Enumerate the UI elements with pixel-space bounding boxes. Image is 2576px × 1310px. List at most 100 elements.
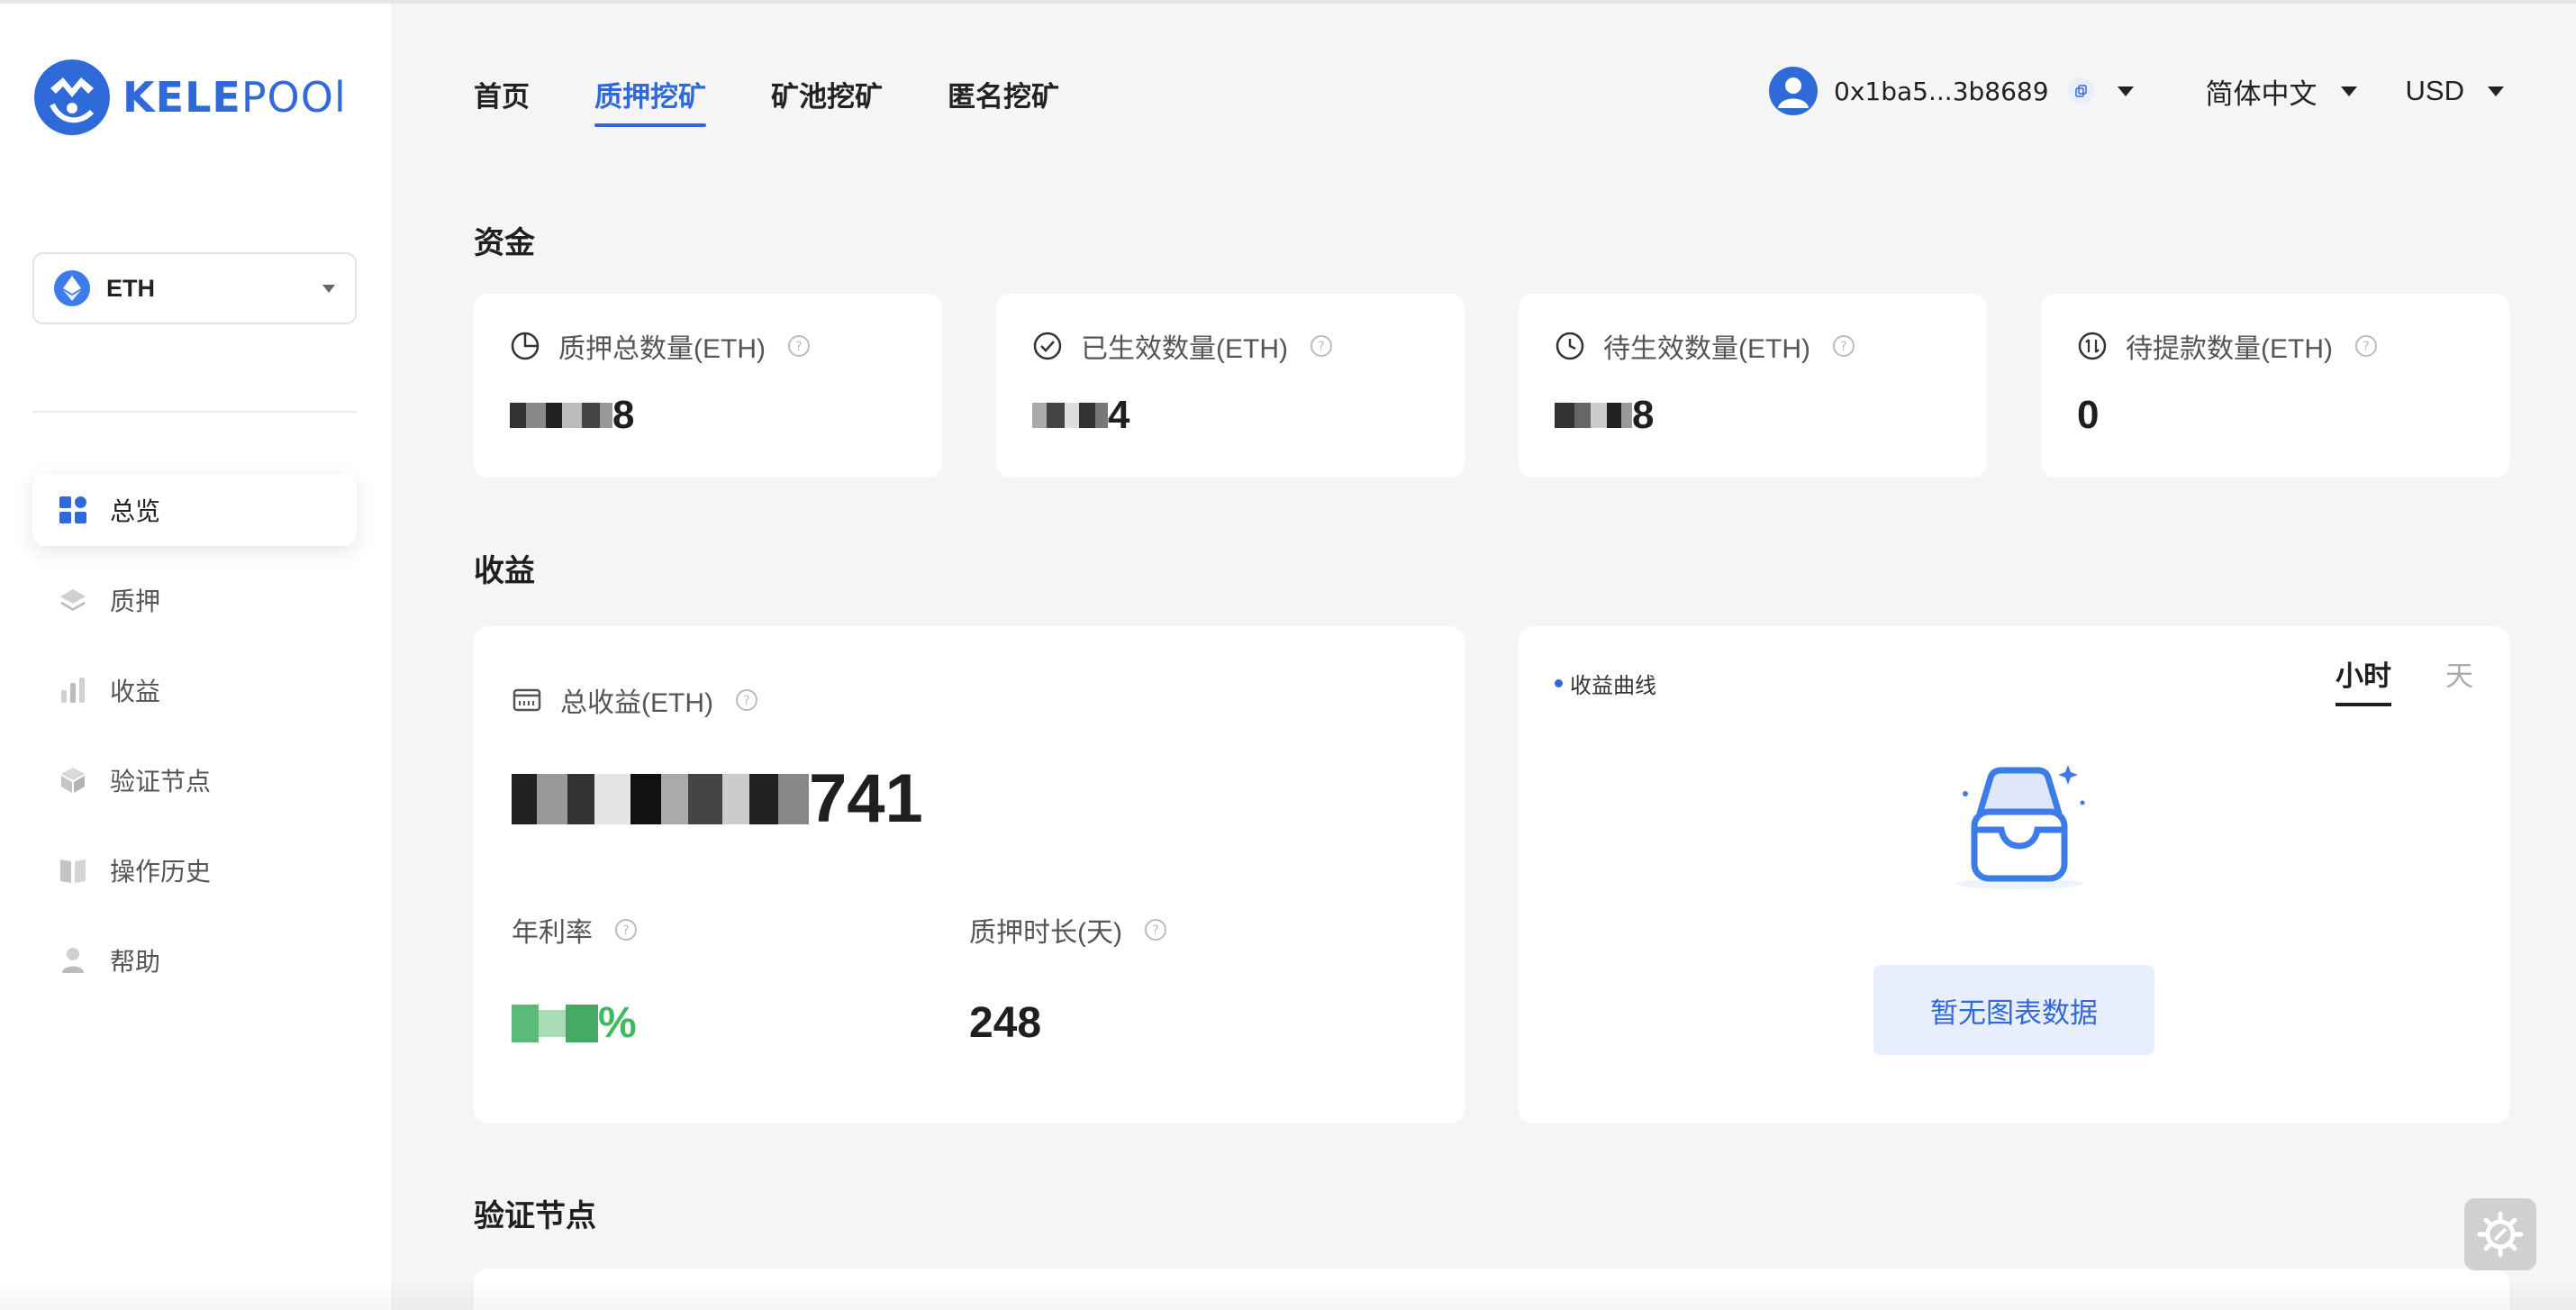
copy-icon[interactable]	[2066, 77, 2094, 105]
wallet-address: 0x1ba5...3b8689	[1834, 76, 2049, 106]
currency-select[interactable]: USD	[2406, 75, 2464, 107]
asset-label: ETH	[106, 274, 155, 302]
sidebar: KELEPOOl ETH 总览 质押 收益 验证节点 操作历史 帮助	[0, 4, 391, 1310]
help-icon[interactable]: ?	[1310, 334, 1333, 358]
tab-home[interactable]: 首页	[474, 74, 530, 127]
help-icon[interactable]: ?	[614, 918, 638, 942]
language-chevron-icon[interactable]	[2340, 86, 2357, 96]
stat-value: 8	[510, 393, 906, 438]
stat-card-effective: 已生效数量(ETH) ? 4	[996, 294, 1465, 478]
bottom-fade	[0, 1283, 2576, 1310]
total-earnings-value: 741	[512, 760, 1427, 838]
redacted-mosaic	[512, 772, 809, 826]
wallet-menu-chevron-icon[interactable]	[2117, 86, 2134, 96]
language-select[interactable]: 简体中文	[2206, 71, 2317, 112]
sidebar-item-label: 收益	[110, 678, 161, 705]
stat-card-pending: 待生效数量(ETH) ? 8	[1519, 294, 1987, 478]
settings-fab[interactable]	[2464, 1198, 2536, 1270]
help-icon[interactable]: ?	[1832, 334, 1855, 358]
bar-chart-icon	[58, 675, 88, 705]
stat-value: 4	[1032, 393, 1429, 438]
sidebar-item-label: 验证节点	[110, 768, 212, 796]
svg-text:?: ?	[1840, 340, 1846, 354]
redacted-mosaic	[512, 1004, 598, 1043]
duration-label: 质押时长(天)	[969, 918, 1122, 948]
withdraw-icon	[2078, 332, 2107, 360]
stat-card-withdrawable: 待提款数量(ETH) ? 0	[2041, 294, 2509, 478]
stat-value: 8	[1555, 393, 1951, 438]
chevron-down-icon	[322, 284, 335, 293]
sidebar-divider	[32, 411, 357, 413]
top-nav: 首页 质押挖矿 矿池挖矿 匿名挖矿	[474, 74, 1124, 127]
tab-day[interactable]: 天	[2445, 653, 2473, 706]
stat-card-total-staked: 质押总数量(ETH) ? 8	[474, 294, 942, 478]
tab-stake-mining[interactable]: 质押挖矿	[594, 74, 706, 127]
stat-label: 待提款数量(ETH)	[2126, 334, 2333, 364]
stat-label: 质押总数量(ETH)	[558, 334, 766, 364]
empty-inbox-icon	[1956, 765, 2085, 889]
legend-dot	[1555, 679, 1563, 687]
brand-name: KELEPOOl	[122, 73, 347, 122]
apr-value: %	[512, 998, 969, 1048]
stat-label: 待生效数量(ETH)	[1603, 334, 1810, 364]
section-title-validators: 验证节点	[474, 1199, 596, 1233]
help-icon[interactable]: ?	[2354, 334, 2378, 358]
header-right: 0x1ba5...3b8689 简体中文 USD	[1769, 67, 2504, 115]
asset-select[interactable]: ETH	[32, 252, 357, 324]
pie-icon	[511, 332, 540, 360]
user-help-icon	[58, 945, 88, 976]
svg-text:?: ?	[1152, 923, 1158, 938]
sidebar-item-label: 操作历史	[110, 858, 212, 886]
sidebar-item-overview[interactable]: 总览	[32, 474, 357, 546]
cube-icon	[58, 765, 88, 796]
sidebar-item-validators[interactable]: 验证节点	[32, 744, 357, 816]
help-icon[interactable]: ?	[735, 688, 758, 712]
gear-icon	[2477, 1211, 2524, 1258]
sidebar-item-history[interactable]: 操作历史	[32, 834, 357, 906]
no-chart-data-button[interactable]: 暂无图表数据	[1873, 965, 2154, 1055]
earnings-chart-card: 收益曲线 小时 天 暂无图表数据	[1519, 626, 2509, 1124]
sidebar-nav: 总览 质押 收益 验证节点 操作历史 帮助	[32, 474, 357, 1014]
redacted-mosaic	[1032, 400, 1108, 431]
duration-value: 248	[969, 999, 1042, 1047]
section-title-funds: 资金	[474, 226, 535, 260]
svg-text:?: ?	[743, 694, 749, 708]
total-earnings-label: 总收益(ETH)	[560, 688, 713, 718]
redacted-mosaic	[510, 400, 612, 431]
ethereum-icon	[54, 270, 90, 306]
stat-label: 已生效数量(ETH)	[1081, 334, 1288, 364]
brand-logo[interactable]: KELEPOOl	[32, 58, 347, 137]
svg-text:?: ?	[2363, 340, 2369, 354]
svg-text:?: ?	[1318, 340, 1324, 354]
tab-pool-mining[interactable]: 矿池挖矿	[771, 74, 883, 127]
check-circle-icon	[1033, 332, 1062, 360]
chart-legend: 收益曲线	[1555, 668, 1656, 699]
svg-text:?: ?	[622, 923, 629, 938]
currency-chevron-icon[interactable]	[2488, 86, 2504, 96]
earnings-card: 总收益(ETH) ? 741 年利率 ? % 质押时长(天) ? 248	[474, 626, 1465, 1124]
chart-range-tabs: 小时 天	[2281, 653, 2473, 706]
sidebar-item-label: 总览	[110, 497, 161, 525]
sidebar-item-stake[interactable]: 质押	[32, 564, 357, 636]
apr-block: 年利率 ? %	[512, 910, 969, 1048]
tab-hour[interactable]: 小时	[2336, 653, 2391, 706]
avatar[interactable]	[1769, 67, 1819, 115]
kele-logo-icon	[34, 59, 110, 135]
section-title-earnings: 收益	[474, 554, 535, 588]
layers-icon	[58, 585, 88, 615]
help-icon[interactable]: ?	[787, 334, 811, 358]
sidebar-item-label: 帮助	[110, 948, 161, 976]
sidebar-item-help[interactable]: 帮助	[32, 924, 357, 996]
apr-label: 年利率	[512, 918, 593, 948]
tab-anonymous-mining[interactable]: 匿名挖矿	[948, 74, 1059, 127]
sidebar-item-label: 质押	[110, 587, 161, 615]
help-icon[interactable]: ?	[1144, 918, 1167, 942]
wallet-icon	[512, 688, 541, 712]
book-icon	[58, 855, 88, 886]
stat-value: 0	[2077, 393, 2100, 437]
sidebar-item-earnings[interactable]: 收益	[32, 654, 357, 726]
duration-block: 质押时长(天) ? 248	[969, 910, 1427, 1048]
redacted-mosaic	[1555, 400, 1632, 431]
svg-text:?: ?	[795, 340, 802, 354]
dashboard-icon	[58, 495, 88, 525]
